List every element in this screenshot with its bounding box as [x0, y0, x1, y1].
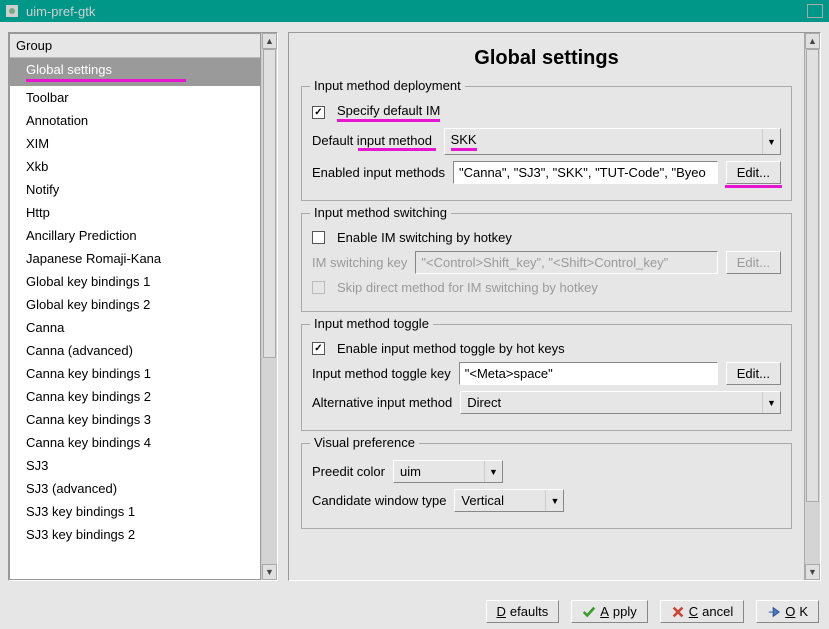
apply-button[interactable]: Apply — [571, 600, 648, 623]
skip-direct-checkbox — [312, 281, 325, 294]
sidebar-item-global-settings[interactable]: Global settings — [10, 58, 260, 86]
enabled-im-edit-button[interactable]: Edit... — [726, 161, 781, 184]
sidebar-item-toolbar[interactable]: Toolbar — [10, 86, 260, 109]
sidebar-item-canna-key-bindings-1[interactable]: Canna key bindings 1 — [10, 362, 260, 385]
sidebar-item-xim[interactable]: XIM — [10, 132, 260, 155]
scroll-thumb[interactable] — [263, 49, 276, 358]
specify-default-im-row[interactable]: Specify default IM — [312, 103, 781, 122]
im-toggle-key-label: Input method toggle key — [312, 366, 451, 381]
content-panel: Global settings Input method deployment … — [288, 32, 821, 581]
sidebar-item-canna-key-bindings-2[interactable]: Canna key bindings 2 — [10, 385, 260, 408]
enable-im-switching-row[interactable]: Enable IM switching by hotkey — [312, 230, 781, 245]
group-visual-title: Visual preference — [310, 435, 419, 450]
group-deployment: Input method deployment Specify default … — [301, 86, 792, 201]
enabled-im-label: Enabled input methods — [312, 165, 445, 180]
ok-button[interactable]: OK — [756, 600, 819, 623]
cancel-icon — [671, 605, 685, 619]
defaults-button[interactable]: Defaults — [486, 600, 560, 623]
sidebar-item-xkb[interactable]: Xkb — [10, 155, 260, 178]
preedit-color-value: uim — [394, 461, 484, 482]
sidebar-item-canna[interactable]: Canna — [10, 316, 260, 339]
scroll-up-icon[interactable]: ▲ — [262, 33, 277, 49]
ok-icon — [767, 605, 781, 619]
sidebar-item-label: Global settings — [26, 62, 112, 77]
sidebar-item-http[interactable]: Http — [10, 201, 260, 224]
sidebar-item-annotation[interactable]: Annotation — [10, 109, 260, 132]
sidebar-item-canna-key-bindings-3[interactable]: Canna key bindings 3 — [10, 408, 260, 431]
maximize-button[interactable] — [807, 4, 823, 18]
scroll-thumb[interactable] — [806, 49, 819, 502]
enabled-im-input[interactable]: "Canna", "SJ3", "SKK", "TUT-Code", "Byeo — [453, 161, 718, 184]
group-toggle-title: Input method toggle — [310, 316, 433, 331]
dialog-button-bar: Defaults Apply Cancel OK — [486, 600, 820, 623]
enable-im-toggle-label: Enable input method toggle by hot keys — [337, 341, 565, 356]
im-switching-key-label: IM switching key — [312, 255, 407, 270]
skip-direct-label: Skip direct method for IM switching by h… — [337, 280, 598, 295]
sidebar-list: Global settings Toolbar Annotation XIM X… — [10, 58, 260, 579]
group-toggle: Input method toggle Enable input method … — [301, 324, 792, 431]
specify-default-im-label: Specify default IM — [337, 103, 440, 122]
highlight-annotation — [358, 148, 436, 151]
candidate-type-combo[interactable]: Vertical ▼ — [454, 489, 564, 512]
alt-im-combo[interactable]: Direct ▼ — [460, 391, 781, 414]
enable-im-toggle-row[interactable]: Enable input method toggle by hot keys — [312, 341, 781, 356]
sidebar-item-canna-key-bindings-4[interactable]: Canna key bindings 4 — [10, 431, 260, 454]
im-switching-key-input: "<Control>Shift_key", "<Shift>Control_ke… — [415, 251, 717, 274]
sidebar-header[interactable]: Group — [10, 34, 260, 58]
window-titlebar: uim-pref-gtk — [0, 0, 829, 22]
sidebar-item-japanese-romaji-kana[interactable]: Japanese Romaji-Kana — [10, 247, 260, 270]
alt-im-value: Direct — [461, 392, 762, 413]
default-im-combo[interactable]: SKK ▼ — [444, 128, 781, 155]
scroll-down-icon[interactable]: ▼ — [262, 564, 277, 580]
cancel-button[interactable]: Cancel — [660, 600, 744, 623]
sidebar-item-sj3[interactable]: SJ3 — [10, 454, 260, 477]
sidebar-item-notify[interactable]: Notify — [10, 178, 260, 201]
candidate-type-label: Candidate window type — [312, 493, 446, 508]
group-switching: Input method switching Enable IM switchi… — [301, 213, 792, 312]
im-toggle-key-input[interactable]: "<Meta>space" — [459, 362, 718, 385]
group-switching-title: Input method switching — [310, 205, 451, 220]
chevron-down-icon[interactable]: ▼ — [545, 490, 563, 511]
group-visual: Visual preference Preedit color uim ▼ Ca… — [301, 443, 792, 529]
scroll-down-icon[interactable]: ▼ — [805, 564, 820, 580]
enable-im-toggle-checkbox[interactable] — [312, 342, 325, 355]
chevron-down-icon[interactable]: ▼ — [762, 129, 780, 154]
check-icon — [582, 605, 596, 619]
default-im-value: SKK — [445, 129, 762, 154]
sidebar-item-sj3-key-bindings-2[interactable]: SJ3 key bindings 2 — [10, 523, 260, 546]
chevron-down-icon[interactable]: ▼ — [762, 392, 780, 413]
candidate-type-value: Vertical — [455, 490, 545, 511]
alt-im-label: Alternative input method — [312, 395, 452, 410]
sidebar-item-ancillary-prediction[interactable]: Ancillary Prediction — [10, 224, 260, 247]
highlight-annotation — [725, 185, 782, 188]
preedit-color-combo[interactable]: uim ▼ — [393, 460, 503, 483]
sidebar-item-global-key-bindings-2[interactable]: Global key bindings 2 — [10, 293, 260, 316]
page-title: Global settings — [301, 47, 792, 70]
sidebar-item-canna-advanced[interactable]: Canna (advanced) — [10, 339, 260, 362]
sidebar: Group Global settings Toolbar Annotation… — [8, 32, 278, 581]
group-deployment-title: Input method deployment — [310, 78, 465, 93]
highlight-annotation — [26, 79, 186, 82]
window-title: uim-pref-gtk — [26, 4, 95, 19]
preedit-color-label: Preedit color — [312, 464, 385, 479]
window-menu-icon[interactable] — [6, 5, 18, 17]
skip-direct-row: Skip direct method for IM switching by h… — [312, 280, 781, 295]
enable-im-switching-checkbox[interactable] — [312, 231, 325, 244]
scroll-up-icon[interactable]: ▲ — [805, 33, 820, 49]
sidebar-item-sj3-key-bindings-1[interactable]: SJ3 key bindings 1 — [10, 500, 260, 523]
sidebar-item-global-key-bindings-1[interactable]: Global key bindings 1 — [10, 270, 260, 293]
sidebar-item-sj3-advanced[interactable]: SJ3 (advanced) — [10, 477, 260, 500]
enable-im-switching-label: Enable IM switching by hotkey — [337, 230, 512, 245]
im-toggle-edit-button[interactable]: Edit... — [726, 362, 781, 385]
im-switching-edit-button: Edit... — [726, 251, 781, 274]
chevron-down-icon[interactable]: ▼ — [484, 461, 502, 482]
specify-default-im-checkbox[interactable] — [312, 106, 325, 119]
sidebar-scrollbar[interactable]: ▲ ▼ — [261, 33, 277, 580]
content-scrollbar[interactable]: ▲ ▼ — [804, 33, 820, 580]
default-im-label: Default input method — [312, 133, 436, 151]
